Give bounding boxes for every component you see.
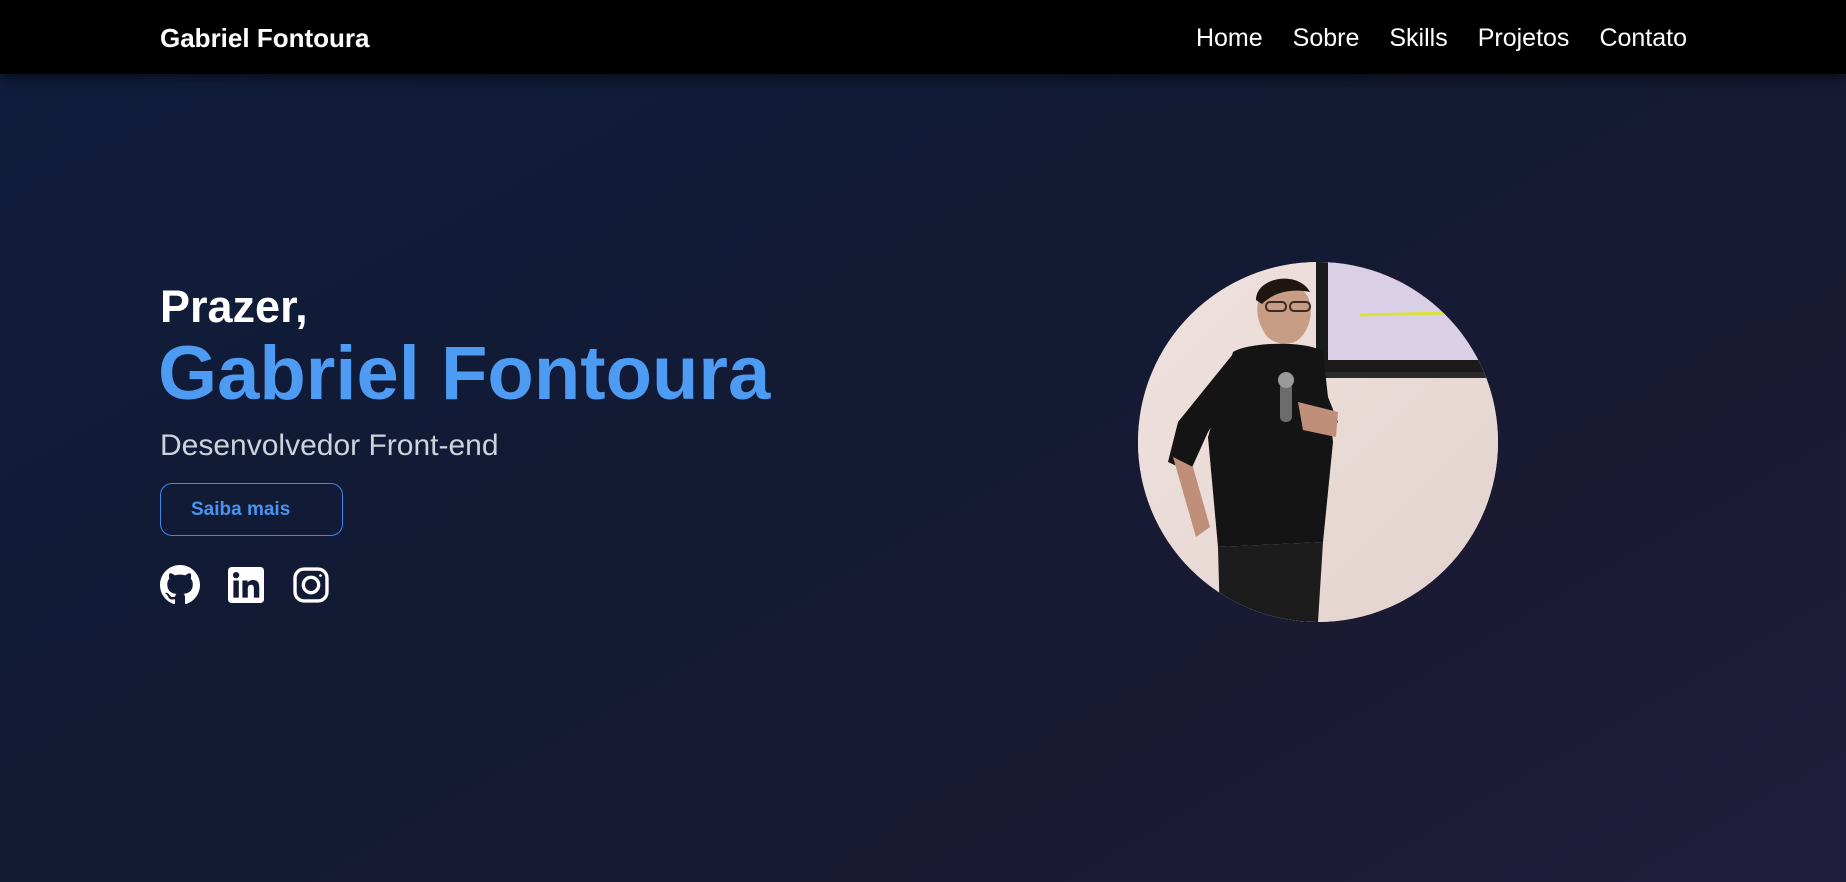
nav-link-projetos[interactable]: Projetos [1478, 21, 1570, 55]
hero-section: Prazer, Gabriel Fontoura Desenvolvedor F… [0, 74, 1846, 882]
nav-links: Home Sobre Skills Projetos Contato [1196, 21, 1687, 55]
instagram-icon[interactable] [293, 567, 329, 603]
hero-role: Desenvolvedor Front-end [160, 429, 499, 462]
github-icon[interactable] [160, 565, 200, 605]
hero-greeting: Prazer, [160, 281, 308, 332]
navbar: Gabriel Fontoura Home Sobre Skills Proje… [0, 0, 1846, 74]
hero-name: Gabriel Fontoura [158, 331, 771, 416]
nav-link-sobre[interactable]: Sobre [1293, 21, 1360, 55]
saiba-mais-button[interactable]: Saiba mais [160, 483, 343, 536]
nav-link-contato[interactable]: Contato [1599, 21, 1687, 55]
profile-photo [1138, 262, 1498, 622]
linkedin-icon[interactable] [228, 567, 264, 603]
brand-logo[interactable]: Gabriel Fontoura [160, 22, 369, 54]
social-links [160, 565, 329, 605]
nav-link-skills[interactable]: Skills [1389, 21, 1447, 55]
nav-link-home[interactable]: Home [1196, 21, 1263, 55]
